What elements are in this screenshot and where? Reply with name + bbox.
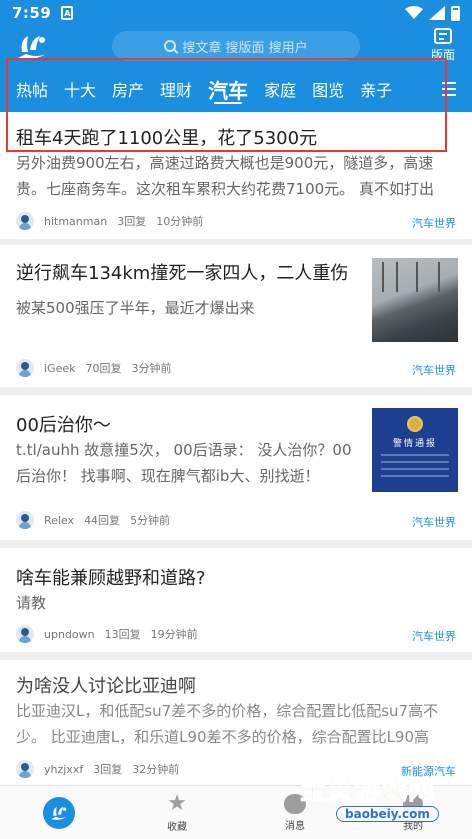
category-tabs: 热帖 十大 房产 理财 汽车 家庭 图览 亲子 bbox=[0, 66, 472, 112]
avatar[interactable] bbox=[16, 212, 34, 230]
post-summary-line: 少。 比亚迪唐L，和乐道L90差不多的价格，综合配置比L90高 bbox=[16, 728, 430, 746]
post-summary: t.tl/auhh 故意撞5次， 00后语录： 没人治你？00 后治你！ 找事啊… bbox=[16, 437, 352, 489]
post-replies: 44回复 bbox=[84, 514, 121, 527]
avatar[interactable] bbox=[16, 625, 34, 643]
post-author[interactable]: Relex bbox=[44, 514, 74, 527]
post-summary-line: 贵。七座商务车。这次租车累积大约花费7100元。 真不如打出 bbox=[16, 180, 434, 198]
post-meta: iGeek 70回复 3分钟前 bbox=[16, 359, 172, 377]
nav-home[interactable] bbox=[0, 786, 118, 839]
nav-label: 消息 bbox=[285, 820, 305, 832]
sim-card-icon: A bbox=[61, 6, 74, 20]
post-summary: 另外油费900左右，高速过路费大概也是900元，隧道多，高速 贵。七座商务车。这… bbox=[16, 150, 434, 202]
post-forum-link[interactable]: 汽车世界 bbox=[412, 514, 456, 530]
board-icon bbox=[434, 28, 452, 44]
post-summary: 比亚迪汉L，和低配su7差不多的价格，综合配置比低配su7高不 少。 比亚迪唐L… bbox=[16, 698, 438, 750]
menu-icon[interactable] bbox=[442, 82, 456, 96]
avatar[interactable] bbox=[16, 359, 34, 377]
tab-auto[interactable]: 汽车 bbox=[200, 66, 256, 112]
post-thumbnail[interactable] bbox=[372, 258, 458, 342]
police-emblem-icon bbox=[407, 416, 423, 432]
status-time: 7:59 bbox=[12, 4, 52, 22]
post-summary-line: 另外油费900左右，高速过路费大概也是900元，隧道多，高速 bbox=[16, 154, 434, 172]
thumbnail-caption: 警情通报 bbox=[392, 439, 437, 449]
tab-hot[interactable]: 热帖 bbox=[8, 66, 56, 112]
post-time: 19分钟前 bbox=[150, 628, 198, 641]
post-forum-link[interactable]: 汽车世界 bbox=[412, 362, 456, 378]
post-forum-link[interactable]: 汽车世界 bbox=[412, 215, 456, 231]
post-time: 5分钟前 bbox=[130, 514, 171, 527]
post-summary: 请教 bbox=[16, 590, 46, 616]
nav-label: 收藏 bbox=[167, 821, 187, 833]
status-icons bbox=[405, 5, 460, 21]
nav-label: 我的 bbox=[403, 820, 423, 832]
post-forum-link[interactable]: 汽车世界 bbox=[412, 628, 456, 644]
post-meta: Relex 44回复 5分钟前 bbox=[16, 511, 170, 529]
tab-top-ten[interactable]: 十大 bbox=[56, 66, 104, 112]
post-meta: yhzjxxf 3回复 32分钟前 bbox=[16, 760, 179, 778]
post-summary-line: t.tl/auhh 故意撞5次， 00后语录： 没人治你？00 bbox=[16, 441, 352, 459]
app-logo-icon[interactable] bbox=[14, 32, 50, 62]
post-title: 租车4天跑了1100公里，花了5300元 bbox=[16, 128, 318, 149]
search-input[interactable]: 搜文章 搜版面 搜用户 bbox=[112, 31, 360, 61]
message-icon bbox=[284, 793, 306, 814]
post-card[interactable]: 逆行飙车134km撞死一家四人，二人重伤 被某500强压了半年，最近才爆出来 i… bbox=[0, 245, 472, 387]
tab-parenting[interactable]: 亲子 bbox=[352, 66, 400, 112]
post-summary-line: 被某500强压了半年，最近才爆出来 bbox=[16, 299, 255, 317]
post-summary-line: 比亚迪汉L，和低配su7差不多的价格，综合配置比低配su7高不 bbox=[16, 702, 439, 720]
post-time: 10分钟前 bbox=[156, 215, 204, 228]
wifi-icon bbox=[405, 6, 423, 19]
post-time: 3分钟前 bbox=[131, 362, 172, 375]
post-summary-line: 请教 bbox=[16, 594, 47, 612]
nav-messages[interactable]: 消息 bbox=[236, 786, 354, 839]
nav-favorites[interactable]: ★ 收藏 bbox=[118, 786, 236, 839]
post-title: 为啥没人讨论比亚迪啊 bbox=[16, 676, 196, 697]
post-replies: 3回复 bbox=[117, 215, 147, 228]
battery-icon bbox=[451, 5, 460, 21]
post-meta: hitmanman 3回复 10分钟前 bbox=[16, 212, 203, 230]
bottom-nav: ★ 收藏 消息 我的 bbox=[0, 785, 472, 839]
avatar[interactable] bbox=[16, 760, 34, 778]
tab-finance[interactable]: 理财 bbox=[152, 66, 200, 112]
post-forum-link[interactable]: 新能源汽车 bbox=[401, 763, 456, 779]
tab-gallery[interactable]: 图览 bbox=[304, 66, 352, 112]
post-time: 32分钟前 bbox=[132, 763, 180, 776]
post-replies: 3回复 bbox=[93, 763, 123, 776]
avatar[interactable] bbox=[16, 511, 34, 529]
board-label: 版面 bbox=[430, 48, 455, 62]
post-author[interactable]: hitmanman bbox=[44, 215, 107, 228]
app-header: 搜文章 搜版面 搜用户 版面 bbox=[0, 26, 472, 66]
post-title: 啥车能兼顾越野和道路? bbox=[16, 568, 206, 589]
post-meta: upndown 13回复 19分钟前 bbox=[16, 625, 198, 643]
post-card[interactable]: 租车4天跑了1100公里，花了5300元 另外油费900左右，高速过路费大概也是… bbox=[0, 112, 472, 239]
post-replies: 13回复 bbox=[104, 628, 141, 641]
tab-family[interactable]: 家庭 bbox=[256, 66, 304, 112]
post-replies: 70回复 bbox=[85, 362, 122, 375]
post-card[interactable]: 啥车能兼顾越野和道路? 请教 upndown 13回复 19分钟前 汽车世界 bbox=[0, 548, 472, 652]
post-title: 逆行飙车134km撞死一家四人，二人重伤 bbox=[16, 263, 349, 284]
search-placeholder: 搜文章 搜版面 搜用户 bbox=[182, 40, 308, 56]
post-thumbnail[interactable]: 警情通报 bbox=[372, 408, 458, 492]
profile-icon bbox=[403, 793, 423, 814]
status-bar: 7:59 A bbox=[0, 0, 472, 26]
post-author[interactable]: iGeek bbox=[44, 362, 76, 375]
post-card[interactable]: 00后治你～ t.tl/auhh 故意撞5次， 00后语录： 没人治你？00 后… bbox=[0, 395, 472, 540]
post-summary: 被某500强压了半年，最近才爆出来 bbox=[16, 295, 255, 321]
board-button[interactable]: 版面 bbox=[428, 28, 458, 63]
tab-real-estate[interactable]: 房产 bbox=[104, 66, 152, 112]
signal-icon bbox=[429, 6, 445, 20]
star-icon: ★ bbox=[167, 790, 187, 816]
post-summary-line: 后治你！ 找事啊、现在脾气都ib大、别找逝！ bbox=[16, 467, 320, 485]
search-icon bbox=[164, 40, 177, 52]
post-title: 00后治你～ bbox=[16, 415, 111, 436]
post-author[interactable]: upndown bbox=[44, 628, 95, 641]
home-icon bbox=[43, 796, 75, 829]
post-card[interactable]: 为啥没人讨论比亚迪啊 比亚迪汉L，和低配su7差不多的价格，综合配置比低配su7… bbox=[0, 660, 472, 785]
post-author[interactable]: yhzjxxf bbox=[44, 763, 83, 776]
nav-profile[interactable]: 我的 bbox=[354, 786, 472, 839]
